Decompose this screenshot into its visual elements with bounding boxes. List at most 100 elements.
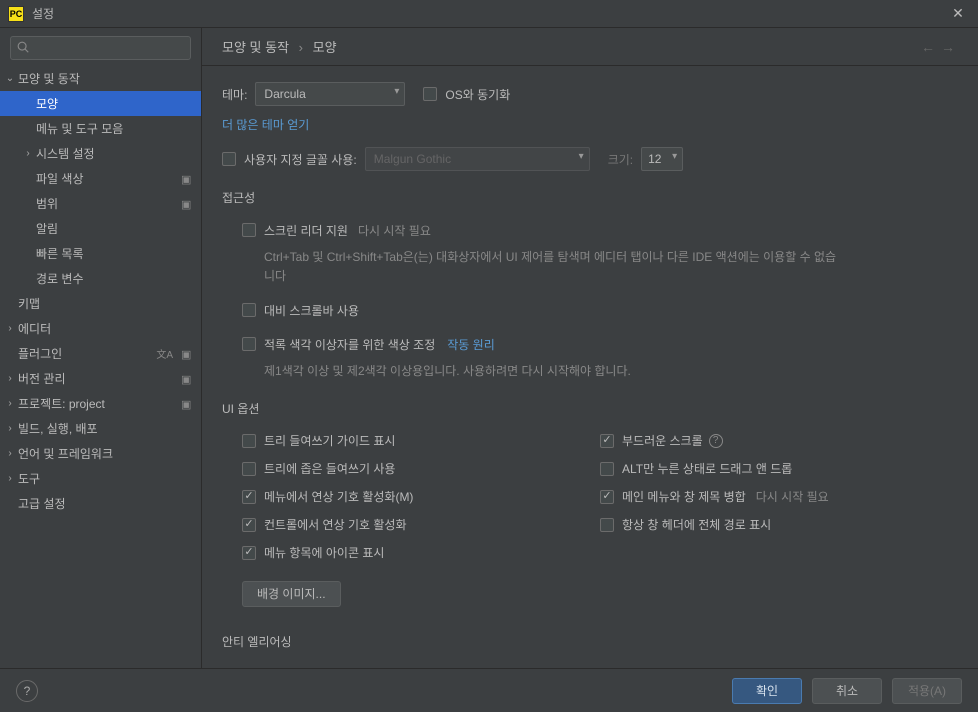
sidebar-item-label: 파일 색상 bbox=[36, 170, 177, 187]
chevron-icon: › bbox=[20, 148, 36, 159]
sidebar-item-3[interactable]: ›시스템 설정 bbox=[0, 141, 201, 166]
sync-os-label: OS와 동기화 bbox=[445, 86, 510, 103]
ui-option-checkbox[interactable] bbox=[242, 518, 256, 532]
color-deficiency-checkbox[interactable] bbox=[242, 337, 256, 351]
close-icon[interactable]: ✕ bbox=[946, 2, 970, 26]
lang-badge-icon: 文A bbox=[156, 346, 173, 361]
sidebar-item-label: 플러그인 bbox=[18, 345, 156, 362]
ui-option-checkbox[interactable] bbox=[242, 462, 256, 476]
ui-option-checkbox[interactable] bbox=[600, 434, 614, 448]
ok-button[interactable]: 확인 bbox=[732, 678, 802, 704]
sidebar-item-label: 알림 bbox=[36, 220, 193, 237]
nav-forward-icon: → bbox=[938, 39, 958, 55]
help-icon[interactable]: ? bbox=[16, 680, 38, 702]
sidebar-item-5[interactable]: 범위▣ bbox=[0, 191, 201, 216]
sidebar-item-label: 시스템 설정 bbox=[36, 145, 193, 162]
sidebar-item-label: 고급 설정 bbox=[18, 495, 193, 512]
breadcrumb-parent: 모양 및 동작 bbox=[222, 40, 289, 55]
sidebar-item-label: 모양 bbox=[36, 95, 193, 112]
ui-option-label: 항상 창 헤더에 전체 경로 표시 bbox=[622, 516, 771, 533]
sidebar-item-6[interactable]: 알림 bbox=[0, 216, 201, 241]
chevron-icon: › bbox=[2, 398, 18, 409]
sidebar-item-label: 에디터 bbox=[18, 320, 193, 337]
sidebar-item-15[interactable]: ›언어 및 프레임워크 bbox=[0, 441, 201, 466]
contrast-scroll-label: 대비 스크롤바 사용 bbox=[264, 302, 359, 319]
screen-reader-checkbox[interactable] bbox=[242, 223, 256, 237]
section-ui-options: UI 옵션 bbox=[222, 400, 958, 417]
custom-font-checkbox[interactable] bbox=[222, 152, 236, 166]
contrast-scroll-checkbox[interactable] bbox=[242, 303, 256, 317]
screen-reader-desc: Ctrl+Tab 및 Ctrl+Shift+Tab은(는) 대화상자에서 UI … bbox=[264, 248, 844, 286]
sidebar-item-2[interactable]: 메뉴 및 도구 모음 bbox=[0, 116, 201, 141]
breadcrumb-current: 모양 bbox=[313, 40, 337, 55]
sidebar-item-0[interactable]: ⌄모양 및 동작 bbox=[0, 66, 201, 91]
ui-option-label: 트리에 좁은 들여쓰기 사용 bbox=[264, 460, 395, 477]
search-input[interactable] bbox=[10, 36, 191, 60]
ui-option-checkbox[interactable] bbox=[600, 490, 614, 504]
project-badge-icon: ▣ bbox=[181, 173, 193, 185]
project-badge-icon: ▣ bbox=[181, 373, 193, 385]
font-family-select[interactable]: Malgun Gothic bbox=[365, 147, 590, 171]
apply-button[interactable]: 적용(A) bbox=[892, 678, 962, 704]
ui-option-label: 메인 메뉴와 창 제목 병합 bbox=[622, 488, 746, 505]
sidebar-item-label: 메뉴 및 도구 모음 bbox=[36, 120, 193, 137]
chevron-icon: › bbox=[2, 373, 18, 384]
sidebar-item-label: 프로젝트: project bbox=[18, 395, 177, 412]
ui-option-label: 컨트롤에서 연상 기호 활성화 bbox=[264, 516, 406, 533]
sidebar-item-17[interactable]: 고급 설정 bbox=[0, 491, 201, 516]
ui-option-checkbox[interactable] bbox=[242, 546, 256, 560]
sidebar-item-14[interactable]: ›빌드, 실행, 배포 bbox=[0, 416, 201, 441]
sidebar-item-label: 빌드, 실행, 배포 bbox=[18, 420, 193, 437]
sidebar-item-label: 키맵 bbox=[18, 295, 193, 312]
sidebar-item-8[interactable]: 경로 변수 bbox=[0, 266, 201, 291]
more-themes-link[interactable]: 더 많은 테마 얻기 bbox=[222, 116, 309, 133]
ui-option-label: 메뉴 항목에 아이콘 표시 bbox=[264, 544, 384, 561]
section-accessibility: 접근성 bbox=[222, 189, 958, 206]
how-it-works-link[interactable]: 작동 원리 bbox=[447, 336, 495, 353]
ui-option-checkbox[interactable] bbox=[600, 462, 614, 476]
help-inline-icon[interactable]: ? bbox=[709, 434, 723, 448]
window-title: 설정 bbox=[32, 5, 946, 22]
font-size-label: 크기: bbox=[608, 151, 633, 168]
sidebar-item-label: 경로 변수 bbox=[36, 270, 193, 287]
sidebar-item-label: 도구 bbox=[18, 470, 193, 487]
sidebar-item-7[interactable]: 빠른 목록 bbox=[0, 241, 201, 266]
background-image-button[interactable]: 배경 이미지... bbox=[242, 581, 341, 607]
color-deficiency-desc: 제1색각 이상 및 제2색각 이상용입니다. 사용하려면 다시 시작해야 합니다… bbox=[264, 362, 844, 381]
sidebar-item-1[interactable]: 모양 bbox=[0, 91, 201, 116]
ui-option-label: 부드러운 스크롤 bbox=[622, 432, 703, 449]
breadcrumb: 모양 및 동작 › 모양 bbox=[222, 37, 918, 56]
sidebar-item-9[interactable]: 키맵 bbox=[0, 291, 201, 316]
sidebar-item-12[interactable]: ›버전 관리▣ bbox=[0, 366, 201, 391]
ui-option-label: 메뉴에서 연상 기호 활성화(M) bbox=[264, 488, 413, 505]
color-deficiency-label: 적록 색각 이상자를 위한 색상 조정 bbox=[264, 336, 435, 353]
ui-option-checkbox[interactable] bbox=[600, 518, 614, 532]
ui-option-label: ALT만 누른 상태로 드래그 앤 드롭 bbox=[622, 460, 792, 477]
project-badge-icon: ▣ bbox=[181, 398, 193, 410]
ui-option-checkbox[interactable] bbox=[242, 490, 256, 504]
theme-select[interactable]: Darcula bbox=[255, 82, 405, 106]
project-badge-icon: ▣ bbox=[181, 198, 193, 210]
chevron-icon: › bbox=[2, 448, 18, 459]
sidebar-item-label: 모양 및 동작 bbox=[18, 70, 193, 87]
ui-option-hint: 다시 시작 필요 bbox=[756, 488, 829, 505]
chevron-icon: › bbox=[2, 423, 18, 434]
chevron-icon: › bbox=[2, 473, 18, 484]
sidebar-item-13[interactable]: ›프로젝트: project ▣ bbox=[0, 391, 201, 416]
cancel-button[interactable]: 취소 bbox=[812, 678, 882, 704]
ui-option-label: 트리 들여쓰기 가이드 표시 bbox=[264, 432, 395, 449]
chevron-icon: ⌄ bbox=[2, 73, 18, 84]
theme-label: 테마: bbox=[222, 86, 247, 103]
screen-reader-label: 스크린 리더 지원 bbox=[264, 222, 348, 239]
restart-hint: 다시 시작 필요 bbox=[358, 222, 431, 239]
section-antialias: 안티 엘리어싱 bbox=[222, 633, 958, 650]
settings-tree[interactable]: ⌄모양 및 동작모양메뉴 및 도구 모음›시스템 설정파일 색상▣범위▣알림빠른… bbox=[0, 66, 201, 668]
sidebar-item-4[interactable]: 파일 색상 ▣ bbox=[0, 166, 201, 191]
sidebar-item-11[interactable]: 플러그인文A▣ bbox=[0, 341, 201, 366]
sidebar-item-10[interactable]: ›에디터 bbox=[0, 316, 201, 341]
sync-os-checkbox[interactable] bbox=[423, 87, 437, 101]
font-size-input[interactable] bbox=[641, 147, 683, 171]
ui-option-checkbox[interactable] bbox=[242, 434, 256, 448]
sidebar-item-16[interactable]: ›도구 bbox=[0, 466, 201, 491]
sidebar-item-label: 빠른 목록 bbox=[36, 245, 193, 262]
